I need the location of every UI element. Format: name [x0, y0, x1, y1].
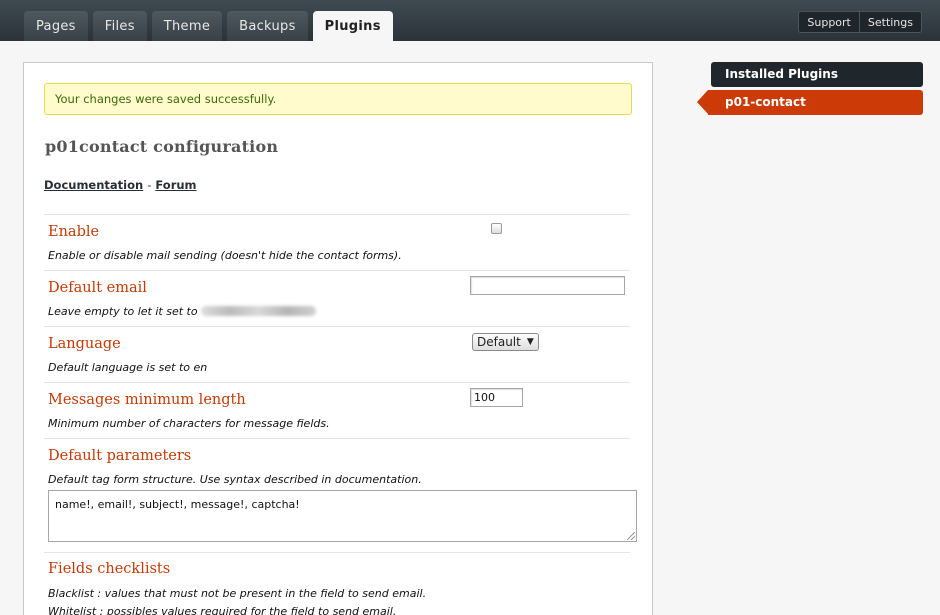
setting-row-language: Language Default ▼ Default language is s… — [44, 326, 630, 382]
blacklist-description: Blacklist : values that must not be pres… — [48, 587, 427, 600]
tab-theme[interactable]: Theme — [151, 11, 223, 41]
documentation-link[interactable]: Documentation — [44, 178, 143, 192]
redacted-email — [200, 306, 316, 316]
min-length-input[interactable] — [470, 388, 523, 407]
language-description: Default language is set to en — [48, 361, 208, 374]
setting-row-default-parameters: Default parameters Default tag form stru… — [44, 438, 637, 552]
min-length-description: Minimum number of characters for message… — [48, 417, 330, 430]
success-notice: Your changes were saved successfully. — [44, 83, 632, 115]
default-parameters-value: name!, email!, subject!, message!, captc… — [55, 498, 300, 511]
settings-button[interactable]: Settings — [859, 11, 922, 33]
tab-files[interactable]: Files — [92, 11, 147, 41]
main-panel: Your changes were saved successfully. p0… — [23, 62, 653, 615]
setting-row-default-email: Default email Leave empty to let it set … — [44, 270, 630, 326]
enable-checkbox[interactable] — [491, 223, 502, 234]
setting-row-enable: Enable Enable or disable mail sending (d… — [44, 214, 630, 270]
page-title: p01contact configuration — [45, 137, 279, 156]
default-parameters-textarea[interactable]: name!, email!, subject!, message!, captc… — [48, 490, 637, 542]
fields-checklists-label: Fields checklists — [48, 561, 171, 577]
forum-link[interactable]: Forum — [155, 178, 196, 192]
default-email-desc-text: Leave empty to let it set to — [48, 305, 198, 318]
dropdown-arrow-icon: ▼ — [526, 337, 534, 347]
min-length-label: Messages minimum length — [48, 392, 246, 408]
tab-pages[interactable]: Pages — [24, 11, 88, 41]
support-button[interactable]: Support — [798, 11, 860, 33]
default-email-input[interactable] — [470, 276, 625, 295]
link-separator: - — [147, 178, 152, 192]
whitelist-description: Whitelist : possibles values required fo… — [48, 605, 397, 615]
language-select[interactable]: Default ▼ — [472, 333, 539, 351]
resize-grip-icon[interactable] — [627, 532, 635, 540]
default-parameters-label: Default parameters — [48, 448, 192, 464]
setting-row-fields-checklists: Fields checklists Blacklist : values tha… — [44, 552, 630, 615]
tab-plugins[interactable]: Plugins — [312, 11, 393, 41]
sidebar-item-p01-contact[interactable]: p01-contact — [697, 90, 923, 115]
main-tabs: Pages Files Theme Backups Plugins — [24, 11, 398, 41]
default-parameters-description: Default tag form structure. Use syntax d… — [48, 473, 422, 486]
language-selected-value: Default — [477, 335, 521, 349]
enable-description: Enable or disable mail sending (doesn't … — [48, 249, 402, 262]
enable-label: Enable — [48, 224, 100, 240]
doc-links: Documentation - Forum — [44, 178, 197, 192]
language-label: Language — [48, 336, 121, 352]
setting-row-min-length: Messages minimum length Minimum number o… — [44, 382, 630, 438]
tab-backups[interactable]: Backups — [227, 11, 308, 41]
installed-plugins-header: Installed Plugins — [711, 62, 923, 87]
default-email-label: Default email — [48, 280, 147, 296]
default-email-description: Leave empty to let it set to — [48, 305, 316, 318]
utility-links: Support Settings — [798, 11, 922, 33]
top-navigation-bar: Pages Files Theme Backups Plugins Suppor… — [0, 0, 940, 41]
